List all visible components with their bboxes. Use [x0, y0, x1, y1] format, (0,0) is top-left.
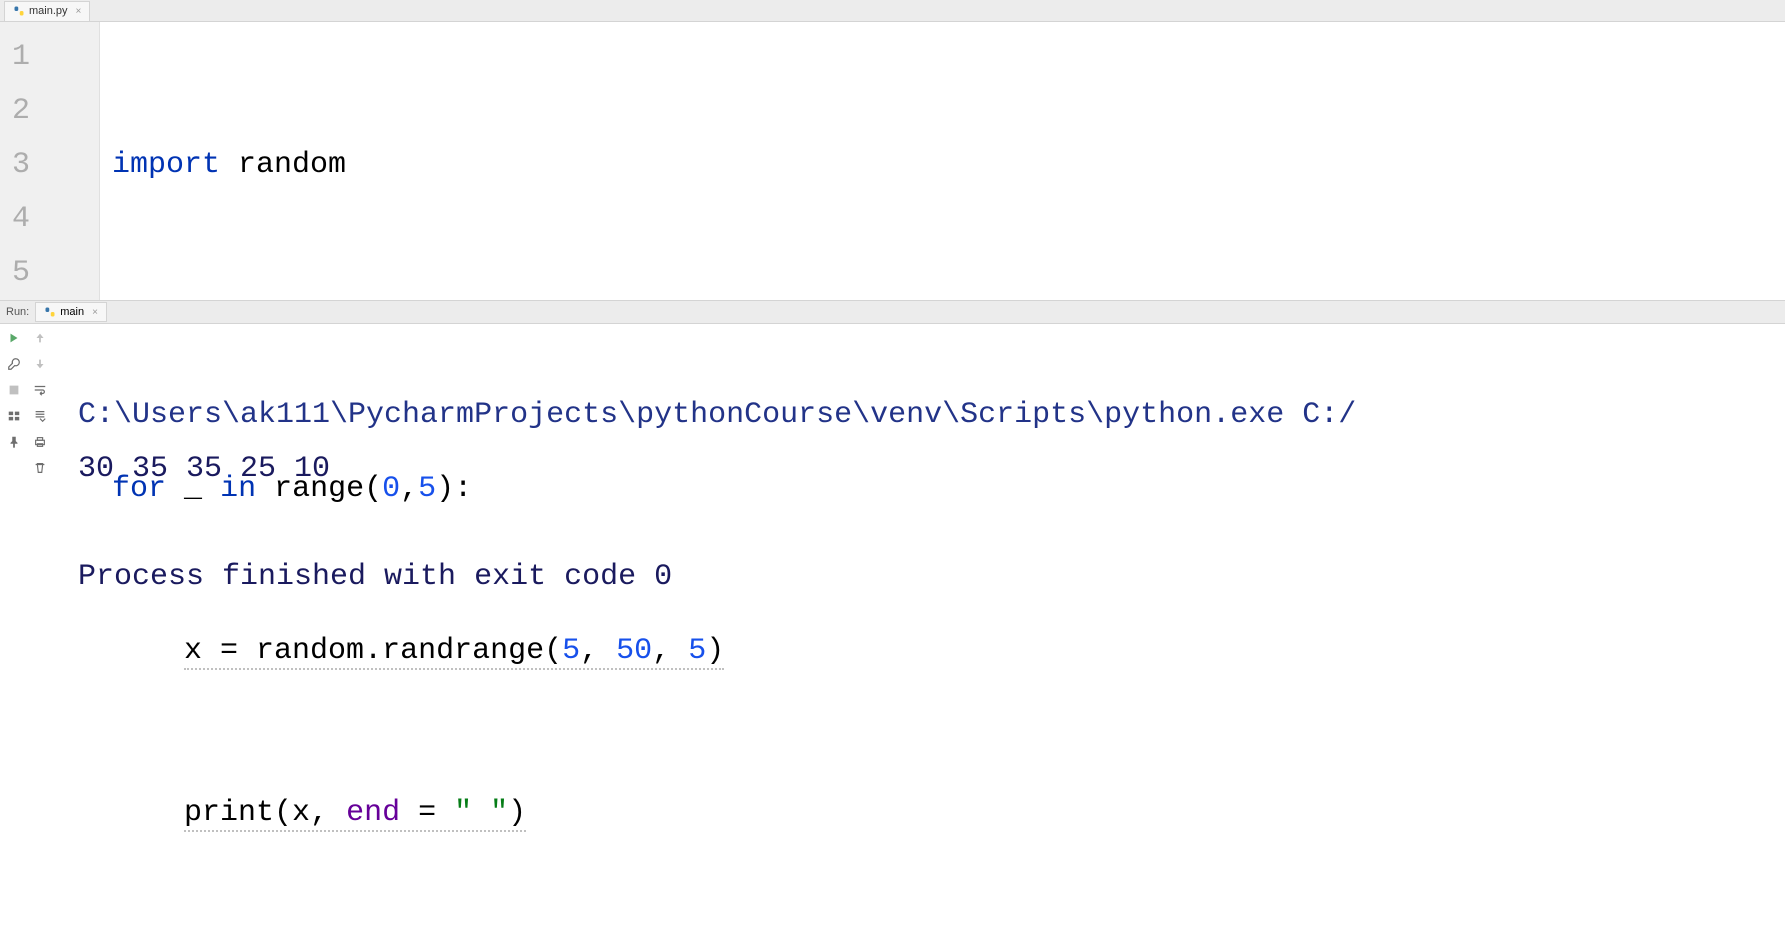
- print-icon[interactable]: [30, 432, 50, 452]
- close-icon[interactable]: ×: [92, 307, 98, 318]
- code-line[interactable]: print(x, end = " "): [112, 786, 1785, 840]
- layout-icon[interactable]: [4, 406, 24, 426]
- number-literal: 5: [418, 472, 436, 506]
- code-line[interactable]: for _ in range(0,5):: [112, 462, 1785, 516]
- line-number: 1: [0, 30, 99, 84]
- line-number: 3: [0, 138, 99, 192]
- identifier: random: [238, 148, 346, 182]
- soft-wrap-icon[interactable]: [30, 380, 50, 400]
- up-arrow-icon[interactable]: [30, 328, 50, 348]
- string-literal: " ": [454, 796, 508, 830]
- code-line[interactable]: x = random.randrange(5, 50, 5): [112, 624, 1785, 678]
- stop-button[interactable]: [4, 380, 24, 400]
- line-number: 5: [0, 246, 99, 300]
- editor-tab-bar: main.py ×: [0, 0, 1785, 22]
- code-line[interactable]: import random: [112, 138, 1785, 192]
- line-number: 4: [0, 192, 99, 246]
- run-config-tab[interactable]: main ×: [35, 302, 107, 322]
- file-tab-main[interactable]: main.py ×: [4, 1, 90, 21]
- file-tab-label: main.py: [29, 5, 68, 17]
- scroll-to-end-icon[interactable]: [30, 406, 50, 426]
- console-toolbar: [0, 324, 56, 792]
- keyword: for: [112, 472, 166, 506]
- code-editor[interactable]: 1 2 3 4 5 import random for _ in range(0…: [0, 22, 1785, 300]
- rerun-button[interactable]: [4, 328, 24, 348]
- keyword-argument: end: [346, 796, 400, 830]
- close-icon[interactable]: ×: [76, 6, 82, 17]
- keyword: in: [220, 472, 256, 506]
- run-label: Run:: [6, 306, 29, 318]
- trash-icon[interactable]: [30, 458, 50, 478]
- python-file-icon: [13, 5, 25, 17]
- keyword: import: [112, 148, 220, 182]
- run-config-name: main: [60, 306, 84, 318]
- code-text-area[interactable]: import random for _ in range(0,5): x = r…: [100, 22, 1785, 300]
- python-icon: [44, 306, 56, 318]
- number-literal: 0: [382, 472, 400, 506]
- line-number-gutter: 1 2 3 4 5: [0, 22, 100, 300]
- wrench-icon[interactable]: [4, 354, 24, 374]
- down-arrow-icon[interactable]: [30, 354, 50, 374]
- line-number: 2: [0, 84, 99, 138]
- code-line[interactable]: [112, 300, 1785, 354]
- pin-icon[interactable]: [4, 432, 24, 452]
